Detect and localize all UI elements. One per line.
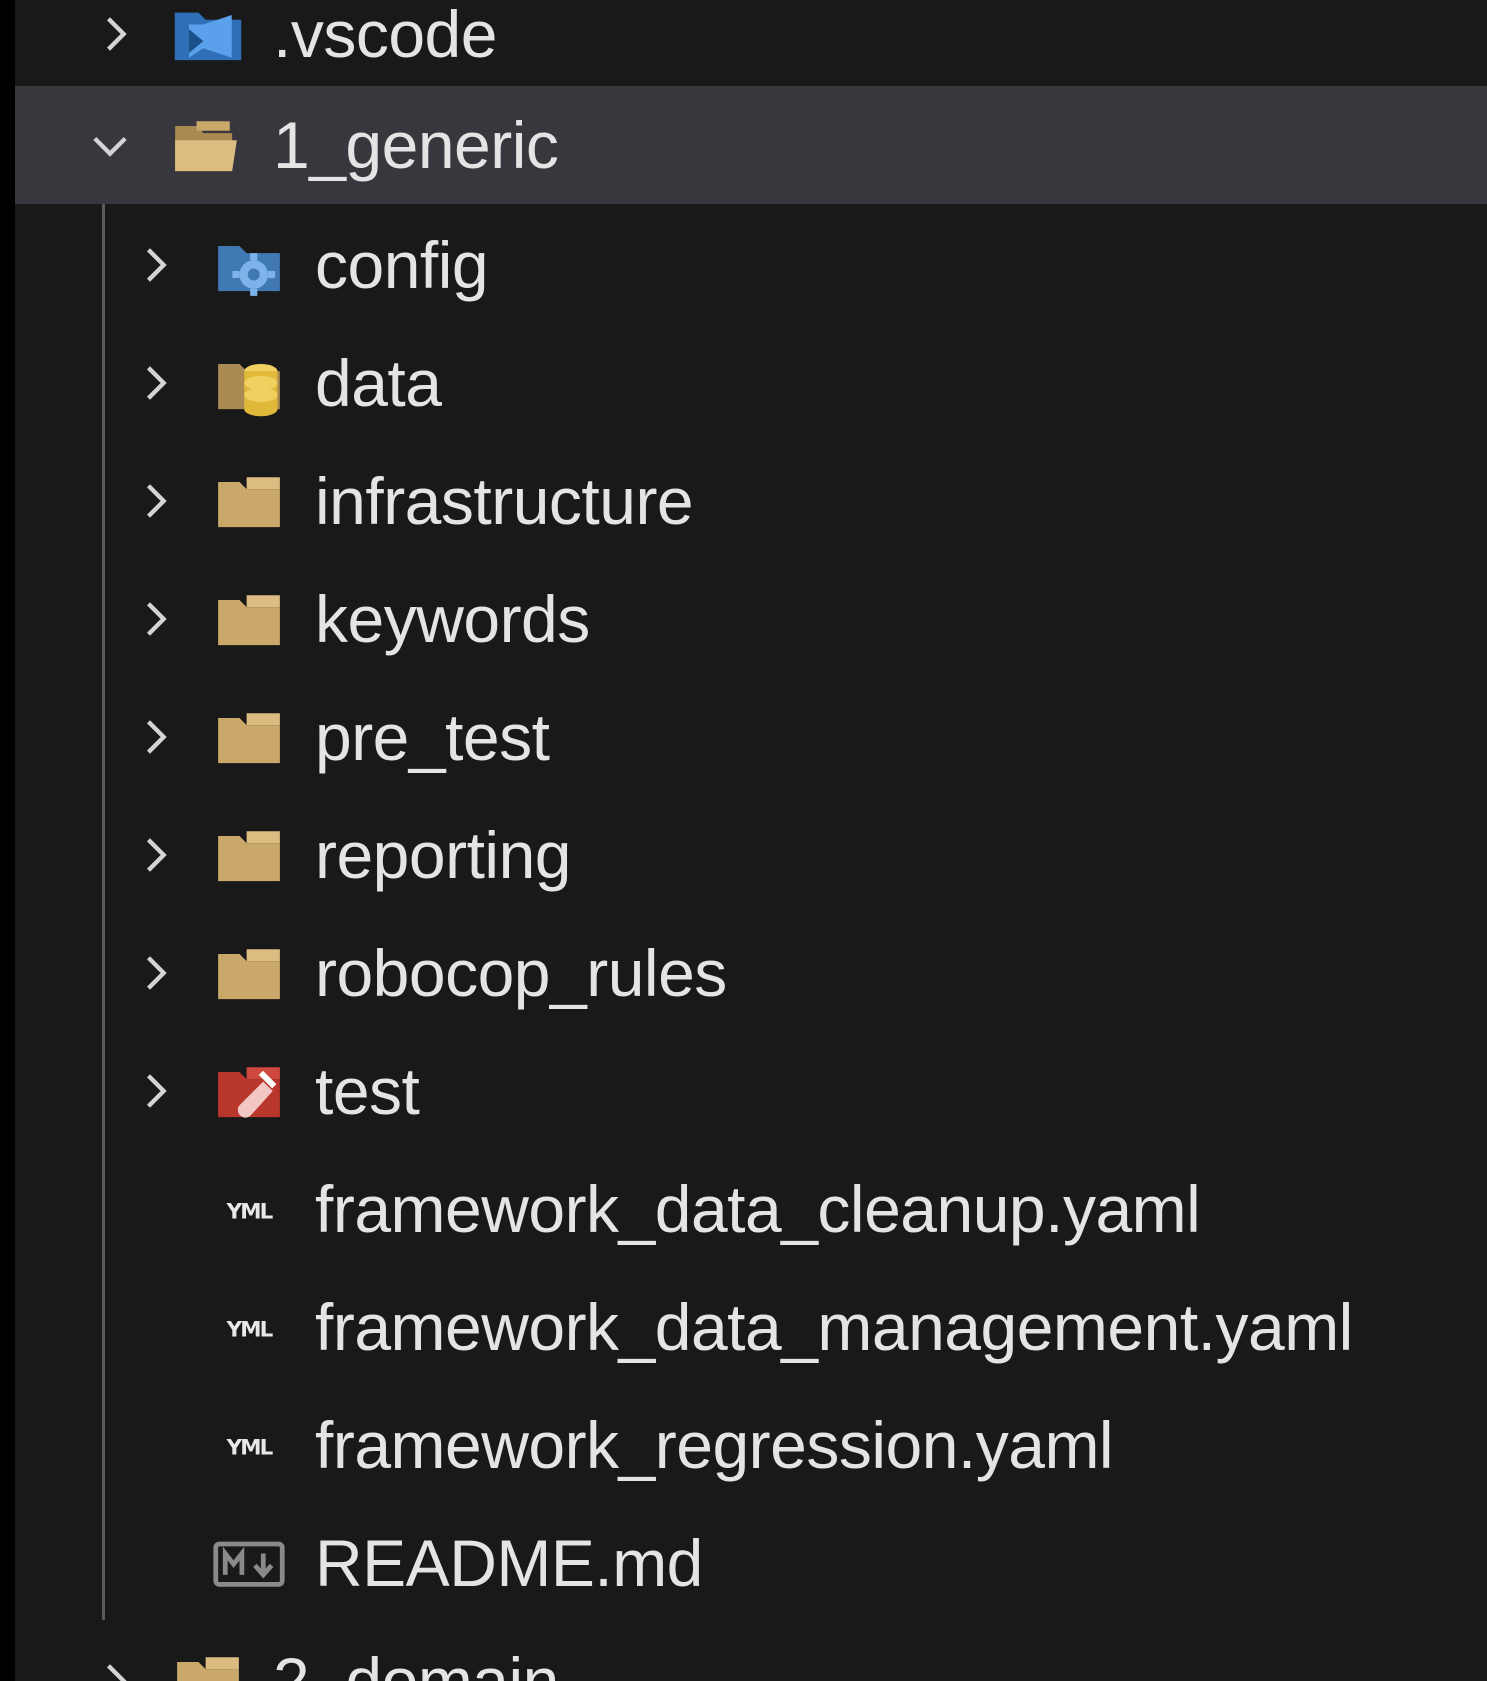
tree-item-2-domain[interactable]: 2_domain	[15, 1622, 1487, 1681]
svg-text:YML: YML	[226, 1318, 274, 1343]
tree-item-label: reporting	[315, 818, 572, 892]
tree-item-framework-data-cleanup[interactable]: YML framework_data_cleanup.yaml	[15, 1150, 1487, 1268]
chevron-right-icon[interactable]	[89, 8, 141, 60]
chevron-down-icon[interactable]	[84, 119, 136, 171]
tree-item-label: .vscode	[273, 0, 497, 71]
tree-item-pre-test[interactable]: pre_test	[15, 678, 1487, 796]
tree-item-label: 2_domain	[273, 1644, 559, 1681]
svg-text:YML: YML	[226, 1200, 274, 1225]
yaml-file-icon: YML	[211, 1407, 287, 1483]
tree-item-robocop-rules[interactable]: robocop_rules	[15, 914, 1487, 1032]
tree-item-label: framework_data_cleanup.yaml	[315, 1172, 1201, 1246]
tree-item-label: 1_generic	[273, 108, 559, 182]
tree-item-vscode[interactable]: .vscode	[15, 0, 1487, 93]
folder-icon	[211, 581, 287, 657]
tree-item-readme[interactable]: README.md	[15, 1504, 1487, 1622]
chevron-right-icon[interactable]	[129, 711, 181, 763]
tree-item-label: config	[315, 228, 489, 302]
tree-item-framework-data-management[interactable]: YML framework_data_management.yaml	[15, 1268, 1487, 1386]
database-folder-icon	[211, 345, 287, 421]
tree-item-reporting[interactable]: reporting	[15, 796, 1487, 914]
chevron-right-icon[interactable]	[129, 357, 181, 409]
test-folder-icon	[211, 1053, 287, 1129]
chevron-right-icon[interactable]	[89, 1655, 141, 1681]
chevron-right-icon[interactable]	[129, 475, 181, 527]
tree-item-label: README.md	[315, 1526, 703, 1600]
tree-item-label: robocop_rules	[315, 936, 727, 1010]
chevron-right-icon[interactable]	[129, 239, 181, 291]
chevron-right-icon[interactable]	[129, 1065, 181, 1117]
svg-text:YML: YML	[226, 1436, 274, 1461]
tree-item-framework-regression[interactable]: YML framework_regression.yaml	[15, 1386, 1487, 1504]
config-folder-icon	[211, 227, 287, 303]
tree-item-label: test	[315, 1054, 420, 1128]
chevron-right-icon[interactable]	[129, 947, 181, 999]
tree-item-label: framework_regression.yaml	[315, 1408, 1114, 1482]
vscode-folder-icon	[170, 0, 246, 72]
folder-icon	[170, 1643, 246, 1681]
folder-icon	[211, 817, 287, 893]
tree-item-data[interactable]: data	[15, 324, 1487, 442]
tree-item-label: infrastructure	[315, 464, 694, 538]
tree-item-keywords[interactable]: keywords	[15, 560, 1487, 678]
tree-item-infrastructure[interactable]: infrastructure	[15, 442, 1487, 560]
chevron-right-icon[interactable]	[129, 829, 181, 881]
tree-item-label: pre_test	[315, 700, 550, 774]
yaml-file-icon: YML	[211, 1289, 287, 1365]
tree-item-1-generic[interactable]: 1_generic	[15, 86, 1487, 204]
tree-item-label: framework_data_management.yaml	[315, 1290, 1353, 1364]
tree-item-label: data	[315, 346, 442, 420]
yaml-file-icon: YML	[211, 1171, 287, 1247]
tree-item-config[interactable]: config	[15, 206, 1487, 324]
file-explorer: .vscode 1_generic config data infrastruc…	[15, 0, 1487, 1681]
tree-item-label: keywords	[315, 582, 590, 656]
folder-icon	[211, 935, 287, 1011]
folder-icon	[211, 699, 287, 775]
chevron-right-icon[interactable]	[129, 593, 181, 645]
tree-item-test[interactable]: test	[15, 1032, 1487, 1150]
folder-open-icon	[168, 107, 244, 183]
folder-icon	[211, 463, 287, 539]
markdown-file-icon	[211, 1525, 287, 1601]
